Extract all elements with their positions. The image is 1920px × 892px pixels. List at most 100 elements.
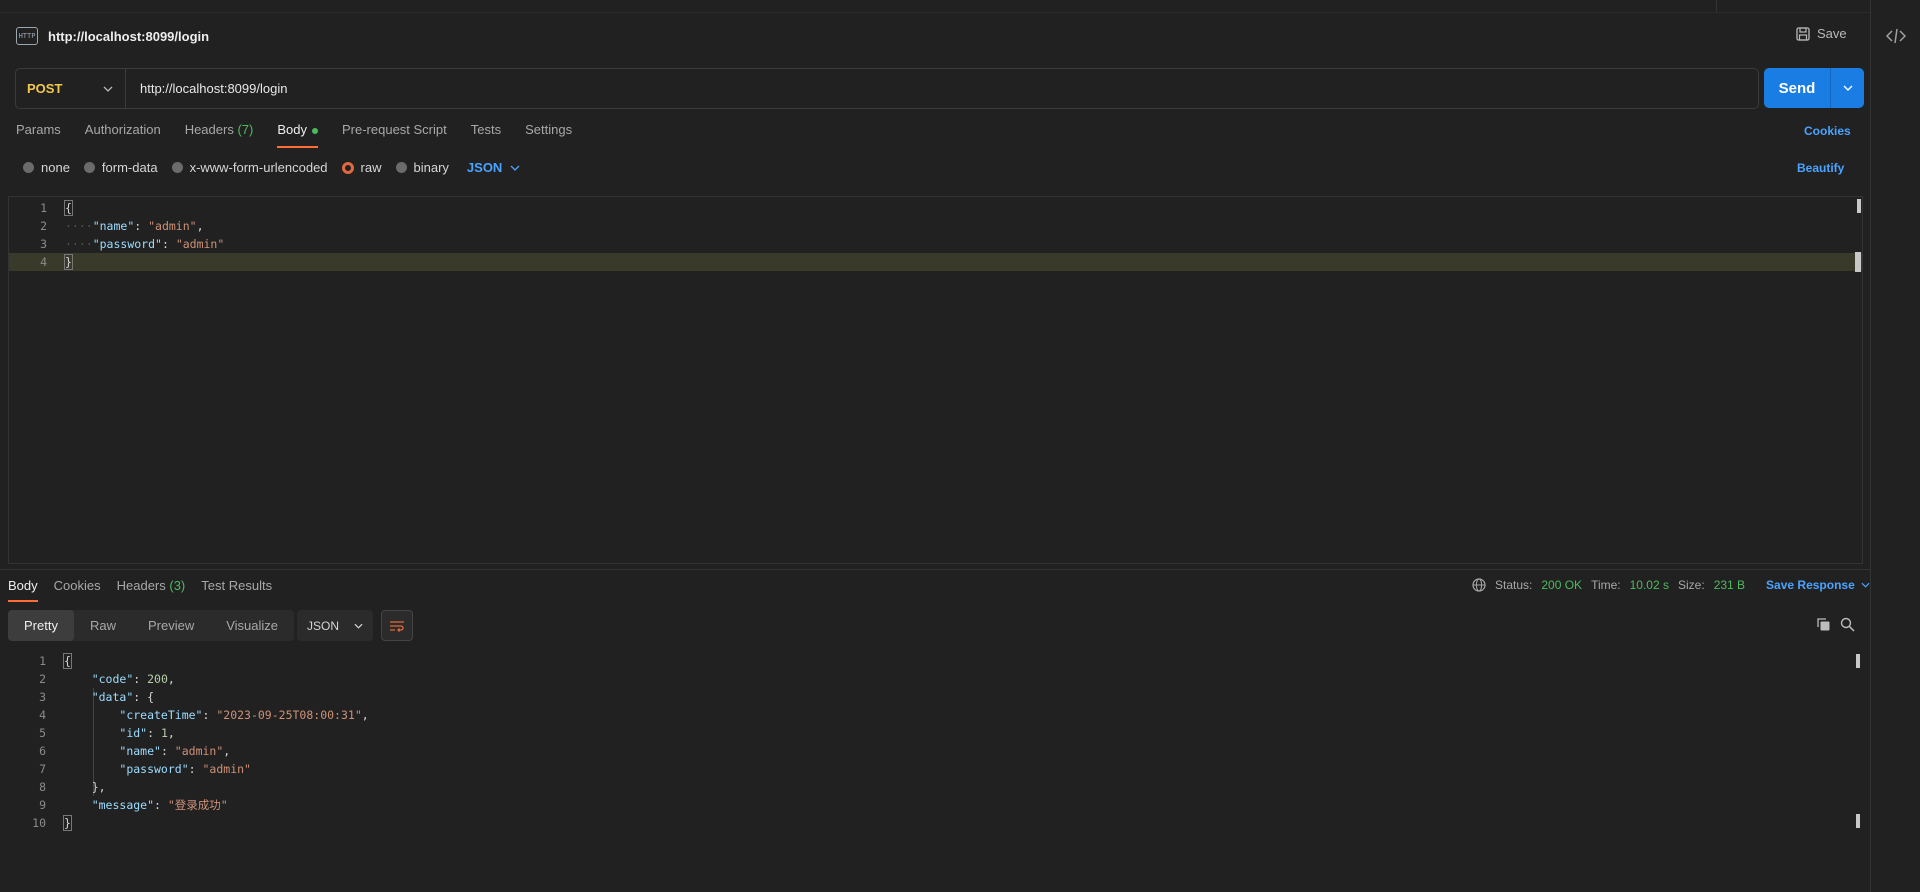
line-text: "data": { [91, 690, 155, 704]
tab-headers[interactable]: Headers (7) [185, 122, 254, 148]
json-key: "name" [92, 219, 135, 233]
request-title[interactable]: http://localhost:8099/login [48, 29, 209, 44]
code-line: 8 }, [8, 778, 1863, 796]
tab-body[interactable]: Body [277, 122, 318, 148]
tab-body-label: Body [277, 122, 307, 137]
response-format-label: JSON [307, 618, 340, 633]
view-preview[interactable]: Preview [132, 610, 210, 641]
line-number: 3 [39, 690, 46, 704]
code-line: 2 "code": 200, [8, 670, 1863, 688]
scrollbar-marker[interactable] [1856, 814, 1860, 828]
cookies-link[interactable]: Cookies [1804, 124, 1851, 138]
radio-dot [23, 162, 34, 173]
line-text: } [64, 253, 73, 271]
send-button-group: Send [1764, 68, 1864, 108]
view-visualize[interactable]: Visualize [210, 610, 294, 641]
save-response-button[interactable]: Save Response [1766, 578, 1870, 592]
json-key: "password" [119, 762, 189, 776]
json-tail: , [167, 672, 175, 686]
json-value: "登录成功" [167, 798, 228, 812]
radio-form-data-label: form-data [101, 160, 158, 175]
radio-dot [171, 162, 183, 173]
line-text: { [64, 199, 73, 217]
tab-authorization[interactable]: Authorization [85, 122, 161, 148]
body-format-label: JSON [466, 160, 503, 175]
copy-icon[interactable] [1816, 617, 1831, 632]
request-tabs: Params Authorization Headers (7) Body Pr… [16, 122, 572, 148]
status-value[interactable]: 200 OK [1541, 578, 1582, 592]
code-line: 4 "createTime": "2023-09-25T08:00:31", [8, 706, 1863, 724]
line-number: 9 [39, 798, 46, 812]
http-icon: HTTP [16, 27, 38, 45]
resp-tab-body[interactable]: Body [8, 578, 38, 602]
radio-form-data[interactable]: form-data [83, 160, 158, 175]
send-dropdown-button[interactable] [1831, 68, 1864, 108]
code-line: 10 } [8, 814, 1863, 832]
size-value[interactable]: 231 B [1714, 578, 1745, 592]
chevron-down-icon [510, 165, 520, 171]
code-line: 7 "password": "admin" [8, 760, 1863, 778]
method-select[interactable]: POST [16, 69, 126, 108]
view-raw[interactable]: Raw [74, 610, 132, 641]
line-text: "createTime": "2023-09-25T08:00:31", [119, 708, 369, 722]
json-tail: , [223, 744, 231, 758]
save-icon [1796, 26, 1810, 41]
tab-settings[interactable]: Settings [525, 122, 572, 148]
response-format-select[interactable]: JSON [297, 610, 373, 641]
line-number: 2 [40, 219, 47, 233]
json-value: "admin" [175, 237, 225, 251]
radio-urlencoded-label: x-www-form-urlencoded [189, 160, 328, 175]
json-value: "admin" [202, 762, 251, 776]
resp-tab-cookies[interactable]: Cookies [54, 578, 101, 593]
line-text: "name": "admin", [119, 744, 231, 758]
resp-tab-headers[interactable]: Headers (3) [117, 578, 186, 593]
chevron-down-icon [103, 86, 113, 92]
line-number: 4 [40, 255, 47, 269]
active-tab-highlight[interactable] [1716, 0, 1872, 12]
view-pretty[interactable]: Pretty [8, 610, 74, 641]
json-value: 1 [160, 726, 168, 740]
scrollbar-marker[interactable] [1857, 199, 1861, 213]
scrollbar-thumb[interactable] [1855, 252, 1861, 272]
json-key: "message" [91, 798, 155, 812]
response-view-modes: Pretty Raw Preview Visualize [8, 610, 295, 641]
line-text: ····"name": "admin", [65, 219, 204, 233]
radio-none[interactable]: none [23, 160, 70, 175]
radio-raw[interactable]: raw [341, 160, 382, 175]
code-line: 1 { [8, 652, 1863, 670]
line-text: "id": 1, [119, 726, 175, 740]
json-key: "id" [119, 726, 148, 740]
response-body-viewer[interactable]: 1 { 2 "code": 200, 3 "data": { 4 "create… [8, 652, 1863, 892]
request-body-editor[interactable]: 1 { 2 ····"name": "admin", 3 ····"passwo… [8, 196, 1863, 564]
wrap-lines-icon [390, 620, 404, 632]
beautify-button[interactable]: Beautify [1797, 161, 1844, 175]
json-value: "2023-09-25T08:00:31" [216, 708, 362, 722]
tab-pre-request-script[interactable]: Pre-request Script [342, 122, 447, 148]
code-line: 3 "data": { [8, 688, 1863, 706]
url-input[interactable]: http://localhost:8099/login [126, 81, 287, 96]
right-sidebar [1870, 0, 1920, 892]
radio-urlencoded[interactable]: x-www-form-urlencoded [171, 160, 328, 175]
globe-icon[interactable] [1472, 578, 1486, 592]
tab-params[interactable]: Params [16, 122, 61, 148]
request-header: HTTP http://localhost:8099/login [16, 24, 209, 48]
resp-tab-test-results[interactable]: Test Results [201, 578, 272, 593]
response-divider[interactable] [0, 569, 1870, 570]
code-icon[interactable] [1885, 26, 1907, 46]
wrap-lines-button[interactable] [381, 610, 413, 641]
line-text: ····"password": "admin" [65, 237, 225, 251]
scrollbar-marker[interactable] [1856, 654, 1860, 668]
send-button[interactable]: Send [1764, 68, 1831, 108]
tab-tests[interactable]: Tests [471, 122, 501, 148]
line-text: { [63, 652, 72, 670]
json-value: "admin" [148, 219, 197, 233]
radio-binary[interactable]: binary [395, 160, 449, 175]
line-number: 6 [39, 744, 46, 758]
time-label: Time: [1591, 578, 1621, 592]
code-line: 5 "id": 1, [8, 724, 1863, 742]
body-format-select[interactable]: JSON [467, 160, 520, 175]
save-button[interactable]: Save [1796, 26, 1847, 41]
time-value[interactable]: 10.02 s [1630, 578, 1669, 592]
response-status-bar: Status: 200 OK Time: 10.02 s Size: 231 B… [1472, 578, 1870, 592]
search-icon[interactable] [1840, 617, 1855, 632]
